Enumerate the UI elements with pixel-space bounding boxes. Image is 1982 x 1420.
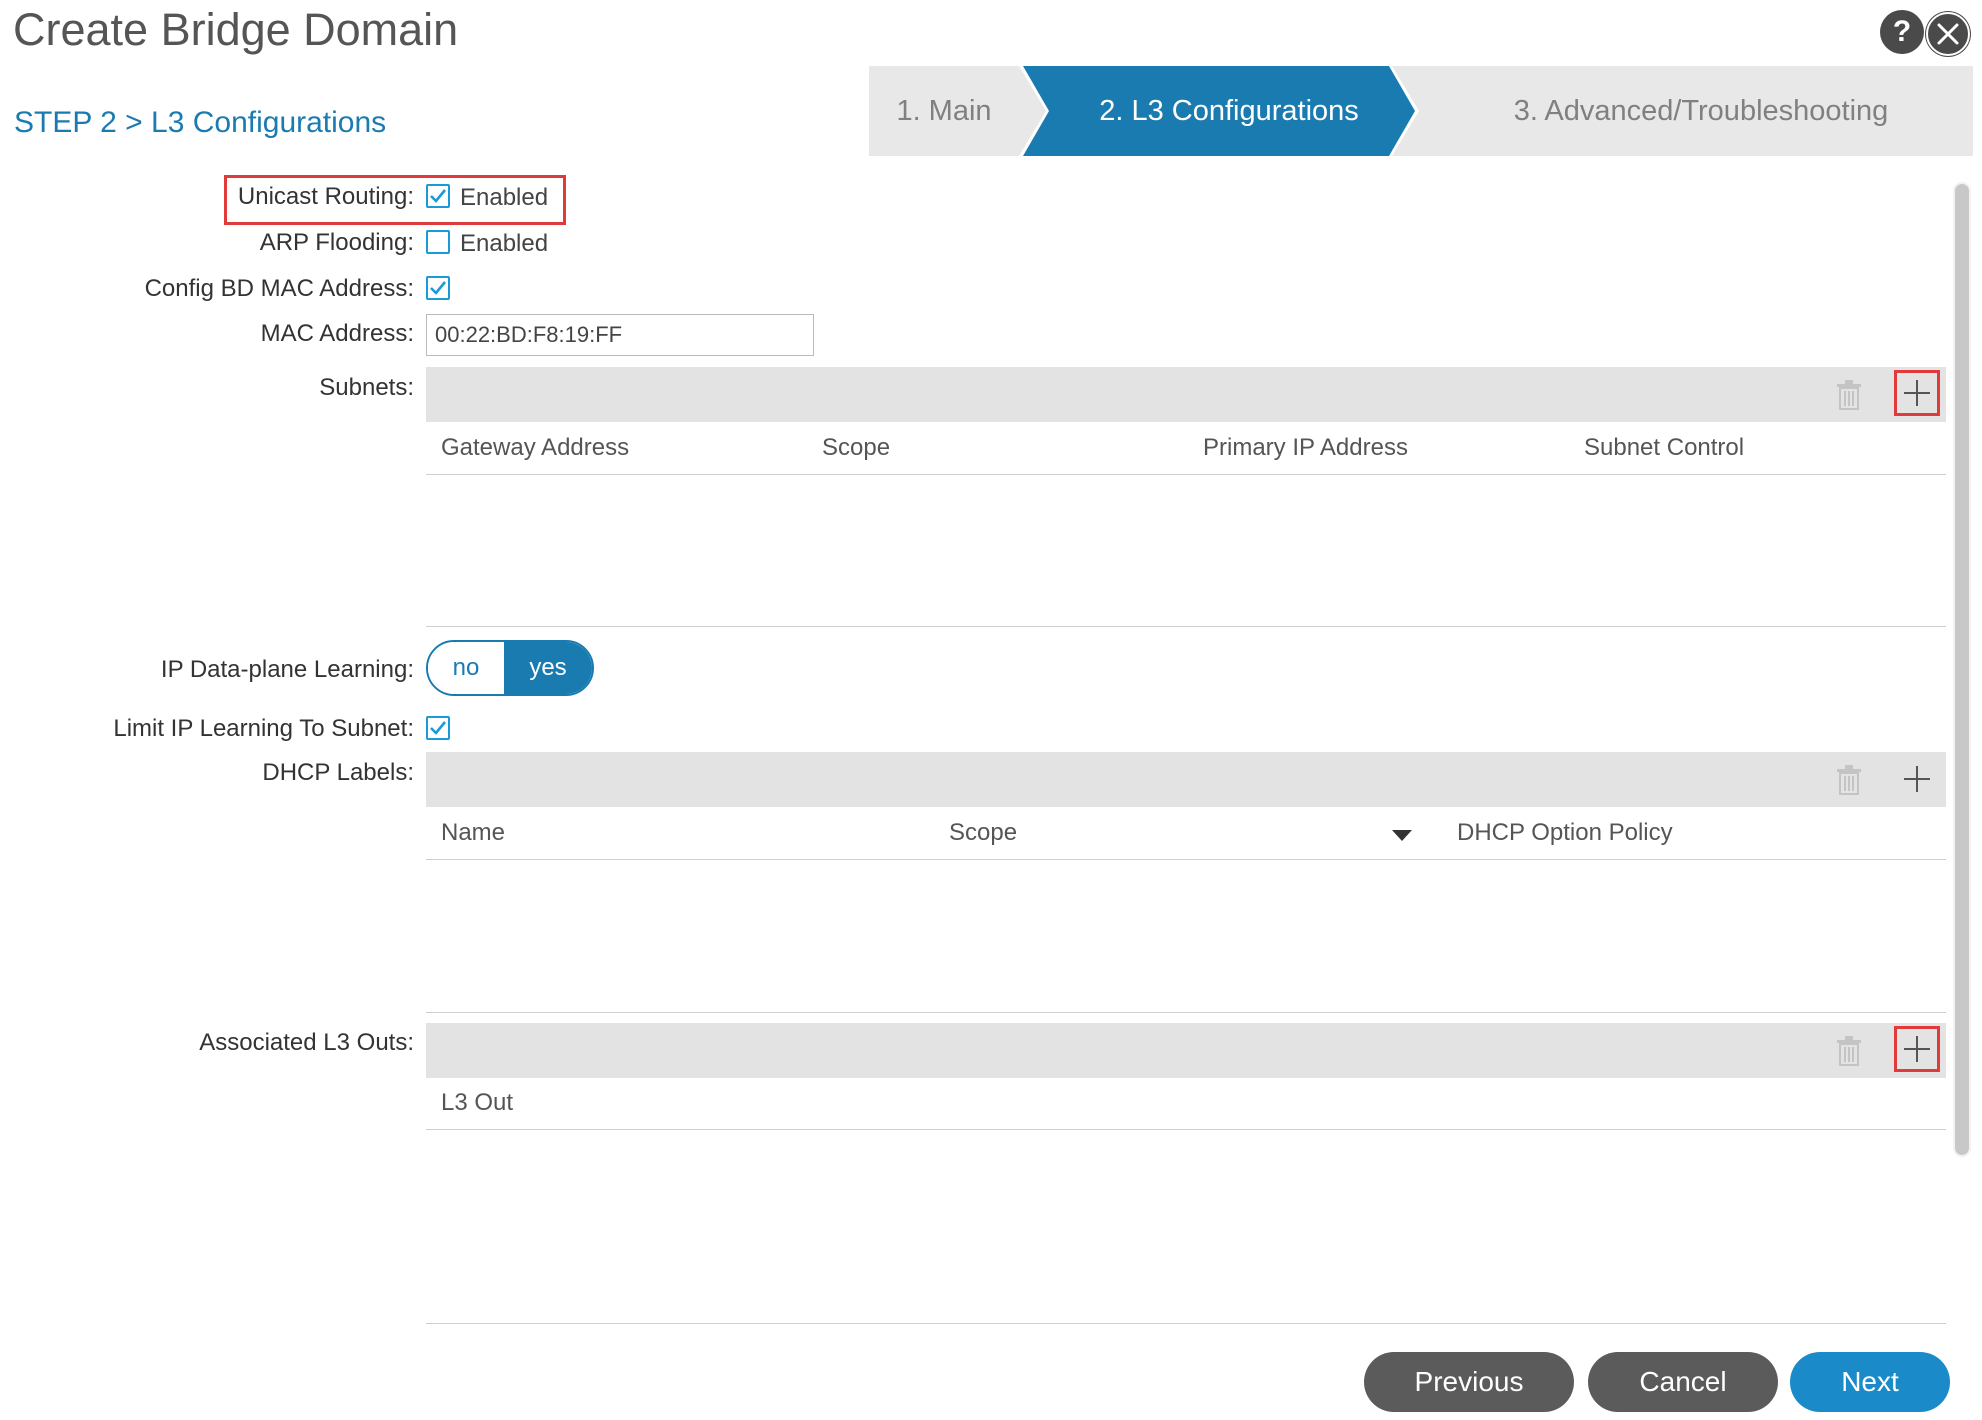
dhcp-bottom-divider xyxy=(426,1012,1946,1013)
subnets-label: Subnets: xyxy=(319,374,414,401)
help-icon[interactable]: ? xyxy=(1880,10,1924,54)
dhcp-col-option-policy[interactable]: DHCP Option Policy xyxy=(1457,819,1673,847)
next-button[interactable]: Next xyxy=(1790,1352,1950,1412)
cancel-button[interactable]: Cancel xyxy=(1588,1352,1778,1412)
dhcp-labels-toolbar xyxy=(426,752,1946,807)
subnets-trash-icon[interactable] xyxy=(1836,380,1862,410)
wizard-step-advanced[interactable]: 3. Advanced/Troubleshooting xyxy=(1429,66,1973,156)
wizard-step-main[interactable]: 1. Main xyxy=(869,66,1019,156)
subnets-col-subnet-control[interactable]: Subnet Control xyxy=(1584,434,1744,462)
unicast-routing-text: Enabled xyxy=(460,184,549,211)
ip-dataplane-learning-label: IP Data-plane Learning: xyxy=(160,656,414,683)
toggle-yes-option[interactable]: yes xyxy=(504,642,592,694)
dhcp-col-name[interactable]: Name xyxy=(441,819,505,847)
l3-outs-toolbar xyxy=(426,1023,1946,1078)
dhcp-trash-icon[interactable] xyxy=(1836,765,1862,795)
arp-flooding-text: Enabled xyxy=(460,230,549,257)
mac-address-input[interactable] xyxy=(426,314,814,356)
limit-ip-learning-label: Limit IP Learning To Subnet: xyxy=(113,715,414,742)
unicast-routing-label: Unicast Routing: xyxy=(237,183,414,210)
step-breadcrumb: STEP 2 > L3 Configurations xyxy=(14,106,387,139)
arp-flooding-checkbox[interactable] xyxy=(426,230,450,254)
limit-ip-learning-checkbox[interactable] xyxy=(426,716,450,740)
checkmark-icon xyxy=(430,281,447,295)
dialog-title: Create Bridge Domain xyxy=(13,4,459,55)
scrollbar-thumb[interactable] xyxy=(1955,184,1969,1155)
config-bd-mac-checkbox[interactable] xyxy=(426,276,450,300)
scope-dropdown-caret-icon[interactable] xyxy=(1392,830,1412,841)
dhcp-add-icon[interactable] xyxy=(1894,756,1940,802)
toggle-no-option[interactable]: no xyxy=(428,642,504,694)
dhcp-labels-label: DHCP Labels: xyxy=(262,759,414,786)
subnets-col-gateway[interactable]: Gateway Address xyxy=(441,434,629,462)
l3-outs-header-divider xyxy=(426,1129,1946,1130)
config-bd-mac-label: Config BD MAC Address: xyxy=(144,275,414,302)
checkmark-icon xyxy=(430,189,447,203)
previous-button[interactable]: Previous xyxy=(1364,1352,1574,1412)
l3-outs-add-icon[interactable] xyxy=(1894,1026,1940,1072)
l3-outs-bottom-divider xyxy=(426,1323,1946,1324)
l3-outs-label: Associated L3 Outs: xyxy=(199,1029,414,1056)
subnets-bottom-divider xyxy=(426,626,1946,627)
mac-address-label: MAC Address: xyxy=(260,320,414,347)
arp-flooding-label: ARP Flooding: xyxy=(259,229,414,256)
checkmark-icon xyxy=(430,721,447,735)
wizard-step-l3-label: 2. L3 Configurations xyxy=(1099,94,1359,127)
dhcp-col-scope[interactable]: Scope xyxy=(949,819,1017,847)
subnets-col-primary-ip[interactable]: Primary IP Address xyxy=(1203,434,1408,462)
subnets-add-icon[interactable] xyxy=(1894,370,1940,416)
unicast-routing-checkbox[interactable] xyxy=(426,184,450,208)
ip-dataplane-learning-toggle[interactable]: no yes xyxy=(426,640,594,696)
wizard-steps: 1. Main 2. L3 Configurations 3. Advanced… xyxy=(869,66,1973,156)
subnets-header-divider xyxy=(426,474,1946,475)
close-icon[interactable] xyxy=(1926,12,1970,56)
l3-outs-trash-icon[interactable] xyxy=(1836,1036,1862,1066)
wizard-step-l3-configurations[interactable]: 2. L3 Configurations xyxy=(1019,66,1439,156)
subnets-toolbar xyxy=(426,367,1946,422)
l3-outs-col-l3-out[interactable]: L3 Out xyxy=(441,1089,513,1117)
subnets-col-scope[interactable]: Scope xyxy=(822,434,890,462)
dhcp-header-divider xyxy=(426,859,1946,860)
